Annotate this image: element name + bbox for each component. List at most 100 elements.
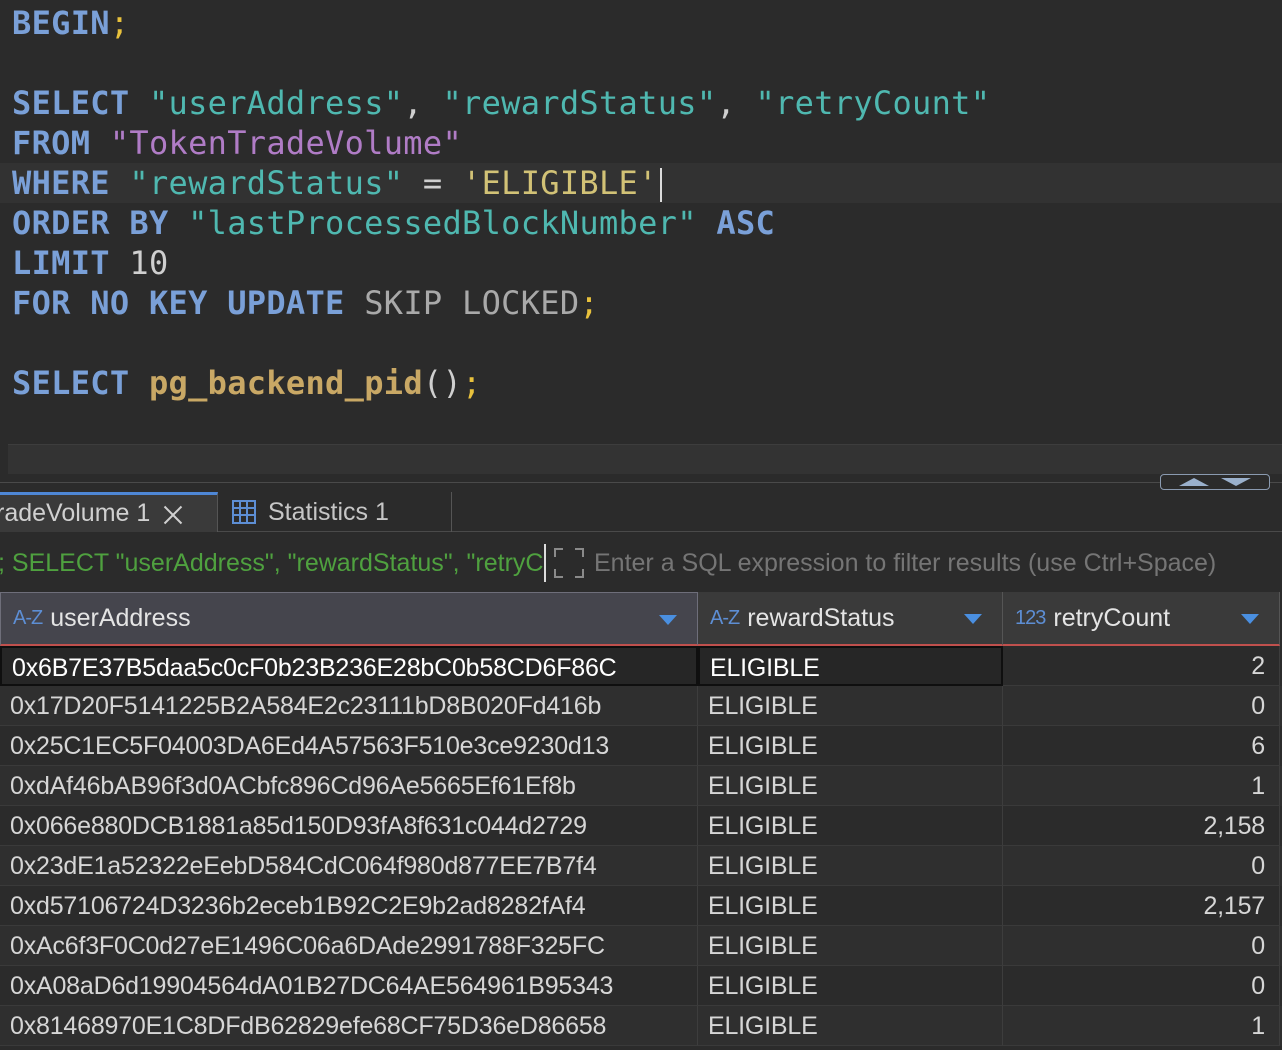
sort-dropdown-icon[interactable]: [964, 614, 982, 624]
cell-reward-status[interactable]: ELIGIBLE: [698, 686, 1003, 726]
minimize-down-icon: [1221, 478, 1251, 486]
cell-reward-status[interactable]: ELIGIBLE: [698, 886, 1003, 926]
code-token: "rewardStatus": [442, 84, 717, 122]
close-icon[interactable]: [162, 503, 184, 525]
code-line[interactable]: SELECT pg_backend_pid();: [12, 363, 482, 403]
code-token: SELECT: [12, 84, 149, 122]
column-header-label: userAddress: [50, 604, 191, 632]
code-line[interactable]: ORDER BY "lastProcessedBlockNumber" ASC: [12, 203, 775, 243]
code-token: (): [422, 364, 463, 402]
maximize-up-icon: [1179, 478, 1209, 486]
cell-user-address[interactable]: 0xAc6f3F0C0d27eE1496C06a6DAde2991788F325…: [0, 926, 698, 966]
tab-results-label: radeVolume 1: [0, 499, 151, 527]
cell-reward-status[interactable]: ELIGIBLE: [698, 926, 1003, 966]
expand-icon[interactable]: [554, 548, 584, 578]
filter-input[interactable]: [594, 544, 1280, 582]
table-row[interactable]: 0x6B7E37B5daa5c0cF0b23B236E28bC0b58CD6F8…: [0, 646, 1282, 686]
cell-reward-status[interactable]: ELIGIBLE: [698, 966, 1003, 1006]
cell-reward-status[interactable]: ELIGIBLE: [698, 806, 1003, 846]
code-line[interactable]: FROM "TokenTradeVolume": [12, 123, 462, 163]
column-header-useraddress[interactable]: A-Z userAddress: [0, 592, 698, 646]
code-token: ,: [716, 84, 756, 122]
tab-statistics-label: Statistics 1: [268, 497, 389, 526]
cell-reward-status[interactable]: ELIGIBLE: [698, 726, 1003, 766]
cell-reward-status[interactable]: ELIGIBLE: [698, 1006, 1003, 1046]
code-line[interactable]: WHERE "rewardStatus" = 'ELIGIBLE': [12, 163, 662, 203]
code-line[interactable]: BEGIN;: [12, 3, 129, 43]
code-line[interactable]: LIMIT 10: [12, 243, 169, 283]
column-header-label: rewardStatus: [747, 603, 895, 632]
cell-user-address[interactable]: 0x81468970E1C8DFdB62829efe68CF75D36eD866…: [0, 1006, 698, 1046]
sql-editor[interactable]: BEGIN; SELECT "userAddress", "rewardStatu…: [0, 0, 1282, 480]
code-line[interactable]: SELECT "userAddress", "rewardStatus", "r…: [12, 83, 990, 123]
code-token: FROM: [12, 124, 110, 162]
text-type-icon: A-Z: [710, 606, 740, 629]
results-tab-bar: radeVolume 1 Statistics 1: [0, 492, 1282, 532]
cell-user-address[interactable]: 0x066e880DCB1881a85d150D93fA8f631c044d27…: [0, 806, 698, 846]
code-token: ,: [403, 84, 443, 122]
column-header-retrycount[interactable]: 123 retryCount: [1003, 592, 1280, 646]
code-token: "userAddress": [148, 84, 404, 122]
code-token: 'ELIGIBLE': [462, 164, 658, 202]
cell-retry-count[interactable]: 2,157: [1003, 886, 1280, 926]
column-header-label: retryCount: [1053, 603, 1171, 632]
table-row[interactable]: 0x17D20F5141225B2A584E2c23111bD8B020Fd41…: [0, 686, 1282, 726]
text-cursor: [659, 168, 662, 202]
code-token: ASC: [716, 204, 776, 242]
cell-retry-count[interactable]: 0: [1003, 686, 1280, 726]
cell-retry-count[interactable]: 2: [1003, 646, 1280, 686]
tab-statistics[interactable]: Statistics 1: [220, 492, 452, 532]
cell-user-address[interactable]: 0xd57106724D3236b2eceb1B92C2E9b2ad8282fA…: [0, 886, 698, 926]
cell-retry-count[interactable]: 6: [1003, 726, 1280, 766]
cell-retry-count[interactable]: 0: [1003, 966, 1280, 1006]
code-token: =: [403, 164, 463, 202]
table-row[interactable]: 0xA08aD6d19904564dA01B27DC64AE564961B953…: [0, 966, 1282, 1006]
cell-reward-status[interactable]: ELIGIBLE: [698, 646, 1003, 686]
code-token: ;: [579, 284, 599, 322]
cell-reward-status[interactable]: ELIGIBLE: [698, 846, 1003, 886]
cell-user-address[interactable]: 0xA08aD6d19904564dA01B27DC64AE564961B953…: [0, 966, 698, 1006]
cell-retry-count[interactable]: 0: [1003, 846, 1280, 886]
splitter-toggle-button[interactable]: [1160, 474, 1270, 490]
code-token: ;: [109, 4, 130, 42]
text-type-icon: A-Z: [13, 607, 43, 629]
table-row[interactable]: 0x81468970E1C8DFdB62829efe68CF75D36eD866…: [0, 1006, 1282, 1046]
code-token: pg_backend_pid: [148, 364, 423, 402]
column-header-rewardstatus[interactable]: A-Z rewardStatus: [698, 592, 1003, 646]
cell-user-address[interactable]: 0x25C1EC5F04003DA6Ed4A57563F510e3ce9230d…: [0, 726, 698, 766]
table-row[interactable]: 0x23dE1a52322eEebD584CdC064f980d877EE7B7…: [0, 846, 1282, 886]
query-preview[interactable]: ; SELECT "userAddress", "rewardStatus", …: [0, 544, 546, 582]
code-token: "TokenTradeVolume": [109, 124, 463, 162]
cell-user-address[interactable]: 0x23dE1a52322eEebD584CdC064f980d877EE7B7…: [0, 846, 698, 886]
code-token: 10: [129, 244, 169, 282]
code-token: BEGIN: [12, 4, 110, 42]
cell-user-address[interactable]: 0xdAf46bAB96f3d0ACbfc896Cd96Ae5665Ef61Ef…: [0, 766, 698, 806]
cell-retry-count[interactable]: 2,158: [1003, 806, 1280, 846]
tab-results[interactable]: radeVolume 1: [0, 492, 218, 532]
cell-retry-count[interactable]: 0: [1003, 926, 1280, 966]
code-token: FOR NO KEY UPDATE: [12, 284, 365, 322]
cell-user-address[interactable]: 0x17D20F5141225B2A584E2c23111bD8B020Fd41…: [0, 686, 698, 726]
cell-user-address[interactable]: 0x6B7E37B5daa5c0cF0b23B236E28bC0b58CD6F8…: [0, 646, 698, 686]
code-token: "retryCount": [755, 84, 991, 122]
sort-dropdown-icon[interactable]: [1241, 614, 1259, 624]
cell-reward-status[interactable]: ELIGIBLE: [698, 766, 1003, 806]
sort-dropdown-icon[interactable]: [659, 615, 677, 625]
code-token: ;: [462, 364, 482, 402]
table-row[interactable]: 0x25C1EC5F04003DA6Ed4A57563F510e3ce9230d…: [0, 726, 1282, 766]
cell-retry-count[interactable]: 1: [1003, 1006, 1280, 1046]
code-token: "lastProcessedBlockNumber": [188, 204, 697, 242]
table-row[interactable]: 0x066e880DCB1881a85d150D93fA8f631c044d27…: [0, 806, 1282, 846]
table-row[interactable]: 0xdAf46bAB96f3d0ACbfc896Cd96Ae5665Ef61Ef…: [0, 766, 1282, 806]
code-token: LIMIT: [12, 244, 130, 282]
results-grid: A-Z userAddress A-Z rewardStatus 123 ret…: [0, 592, 1282, 1050]
code-token: SELECT: [12, 364, 149, 402]
table-row[interactable]: 0xAc6f3F0C0d27eE1496C06a6DAde2991788F325…: [0, 926, 1282, 966]
code-line[interactable]: FOR NO KEY UPDATE SKIP LOCKED;: [12, 283, 599, 323]
panel-splitter[interactable]: [0, 482, 1282, 492]
table-row[interactable]: 0xd57106724D3236b2eceb1B92C2E9b2ad8282fA…: [0, 886, 1282, 926]
table-grid-icon: [232, 500, 256, 524]
editor-horizontal-scrollbar[interactable]: [8, 444, 1282, 474]
cell-retry-count[interactable]: 1: [1003, 766, 1280, 806]
